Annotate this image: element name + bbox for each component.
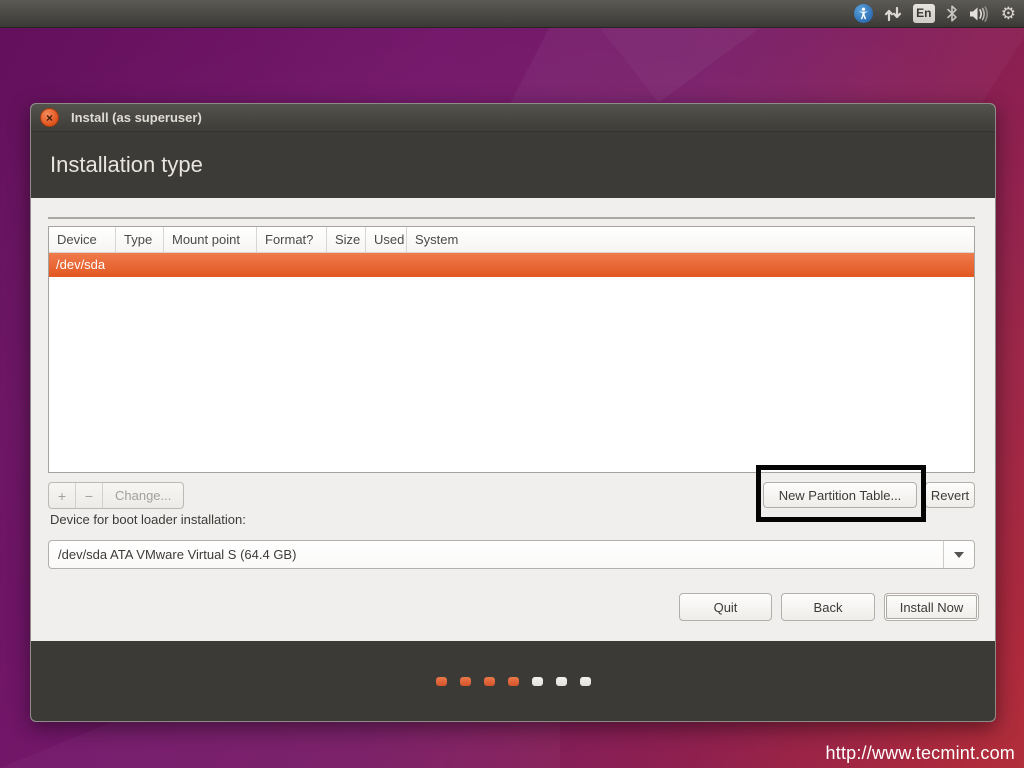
gear-glyph: ⚙ bbox=[1001, 0, 1016, 28]
progress-dot-3 bbox=[484, 677, 495, 686]
window-titlebar[interactable]: × Install (as superuser) bbox=[31, 104, 995, 132]
progress-dot-5 bbox=[532, 677, 543, 686]
progress-dots-footer bbox=[31, 641, 995, 721]
bootloader-device-dropdown[interactable]: /dev/sda ATA VMware Virtual S (64.4 GB) bbox=[48, 540, 975, 569]
accessibility-icon-circle bbox=[854, 4, 873, 23]
column-header-format[interactable]: Format? bbox=[257, 227, 327, 252]
progress-dot-4 bbox=[508, 677, 519, 686]
progress-dot-2 bbox=[460, 677, 471, 686]
header-separator bbox=[48, 217, 975, 219]
desktop: En ⚙ × Install (as superuser) bbox=[0, 0, 1024, 768]
close-button[interactable]: × bbox=[40, 108, 59, 127]
add-partition-button[interactable]: + bbox=[49, 483, 76, 508]
page-title: Installation type bbox=[50, 152, 203, 178]
installer-window: × Install (as superuser) Installation ty… bbox=[30, 103, 996, 722]
column-header-size[interactable]: Size bbox=[327, 227, 366, 252]
volume-icon[interactable] bbox=[969, 0, 990, 28]
chevron-down-icon bbox=[954, 552, 964, 558]
bootloader-device-value: /dev/sda ATA VMware Virtual S (64.4 GB) bbox=[49, 547, 943, 562]
table-row-dev-sda[interactable]: /dev/sda bbox=[49, 253, 974, 277]
column-header-type[interactable]: Type bbox=[116, 227, 164, 252]
progress-dot-7 bbox=[580, 677, 591, 686]
column-header-used[interactable]: Used bbox=[366, 227, 407, 252]
quit-button[interactable]: Quit bbox=[679, 593, 772, 621]
watermark-url: http://www.tecmint.com bbox=[826, 743, 1015, 764]
window-title: Install (as superuser) bbox=[71, 110, 202, 125]
top-panel: En ⚙ bbox=[0, 0, 1024, 28]
install-now-button[interactable]: Install Now bbox=[884, 593, 979, 621]
back-button[interactable]: Back bbox=[781, 593, 875, 621]
column-header-mount-point[interactable]: Mount point bbox=[164, 227, 257, 252]
partition-table-header: Device Type Mount point Format? Size Use… bbox=[49, 227, 974, 253]
new-partition-table-button[interactable]: New Partition Table... bbox=[763, 482, 917, 508]
session-gear-icon[interactable]: ⚙ bbox=[1001, 0, 1016, 28]
progress-dot-6 bbox=[556, 677, 567, 686]
close-icon: × bbox=[46, 112, 53, 124]
network-arrows-icon[interactable] bbox=[884, 0, 902, 28]
revert-button[interactable]: Revert bbox=[925, 482, 975, 508]
window-content: Device Type Mount point Format? Size Use… bbox=[31, 198, 995, 641]
partition-table: Device Type Mount point Format? Size Use… bbox=[48, 226, 975, 473]
bluetooth-icon[interactable] bbox=[946, 0, 958, 28]
window-header: Installation type bbox=[31, 132, 995, 198]
keyboard-layout-label: En bbox=[913, 4, 935, 23]
accessibility-icon[interactable] bbox=[854, 0, 873, 28]
action-buttons-row: Quit Back Install Now bbox=[679, 593, 979, 621]
progress-dot-1 bbox=[436, 677, 447, 686]
remove-partition-button[interactable]: − bbox=[76, 483, 103, 508]
keyboard-layout-indicator[interactable]: En bbox=[913, 0, 935, 28]
column-header-system[interactable]: System bbox=[407, 227, 974, 252]
column-header-device[interactable]: Device bbox=[49, 227, 116, 252]
dropdown-arrow-cell bbox=[943, 541, 974, 568]
bootloader-device-label: Device for boot loader installation: bbox=[50, 512, 246, 527]
change-partition-button[interactable]: Change... bbox=[103, 483, 183, 508]
partition-edit-button-group: + − Change... bbox=[48, 482, 184, 509]
